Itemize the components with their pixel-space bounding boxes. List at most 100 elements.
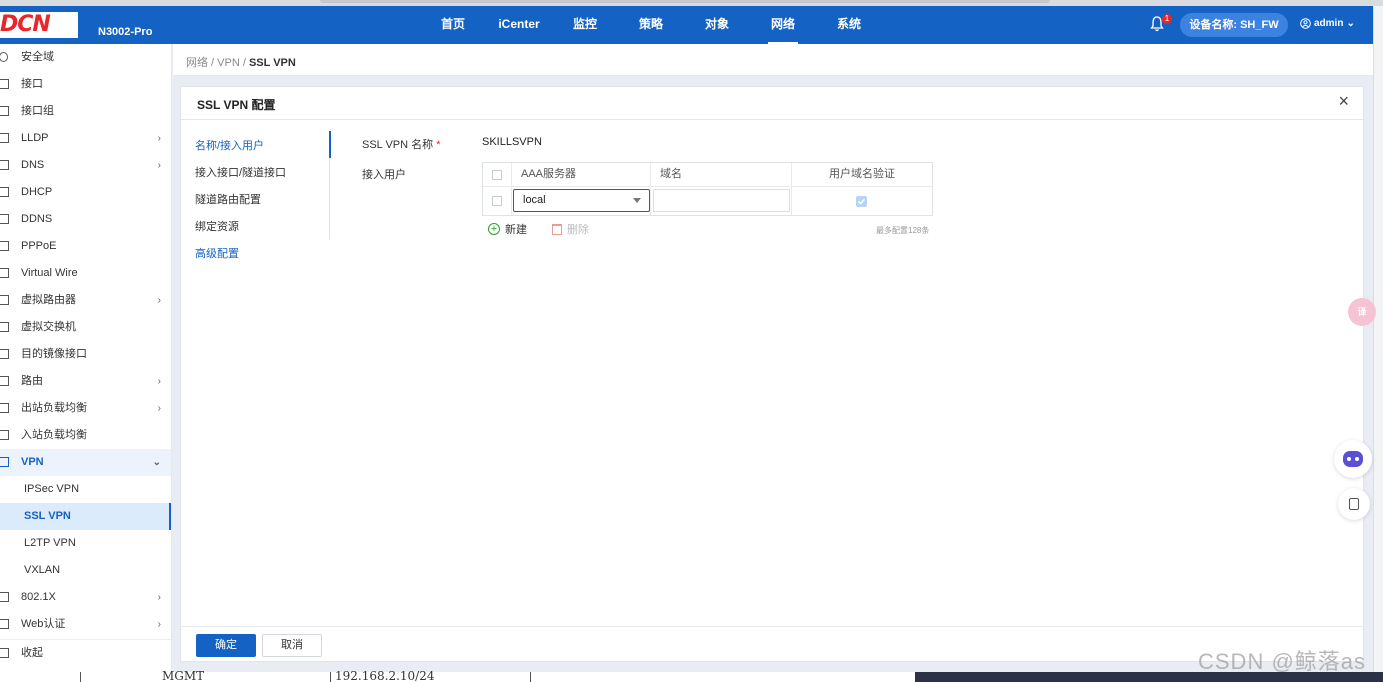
row-checkbox[interactable] <box>492 196 502 206</box>
nav-item-3[interactable]: 策略 <box>618 6 684 44</box>
outbound-lb-icon <box>0 403 9 413</box>
sidebar-item-12[interactable]: 路由 › <box>0 368 171 395</box>
sidebar-item-13[interactable]: 出站负载均衡 › <box>0 395 171 422</box>
nav-item-4[interactable]: 对象 <box>684 6 750 44</box>
main-nav: 首页 iCenter 监控 策略 对象 网络 系统 <box>420 6 882 44</box>
sidebar-item-5[interactable]: DHCP <box>0 179 171 206</box>
confirm-button[interactable]: 确定 <box>196 634 256 657</box>
web-auth-icon <box>0 619 9 629</box>
delete-button[interactable]: 删除 <box>552 221 589 237</box>
interface-icon <box>0 79 9 89</box>
sidebar-item-label: DDNS <box>21 213 53 225</box>
close-icon[interactable]: × <box>1338 91 1349 112</box>
menu-icon <box>0 214 9 224</box>
sidebar-item-label: 出站负载均衡 <box>21 402 87 414</box>
sidebar-item-6[interactable]: DDNS <box>0 206 171 233</box>
document-icon <box>1349 498 1359 510</box>
select-all-checkbox[interactable] <box>492 170 502 180</box>
user-name: admin <box>1314 18 1344 29</box>
sidebar-item-14[interactable]: 入站负载均衡 <box>0 422 171 449</box>
add-button[interactable]: + 新建 <box>488 221 527 237</box>
sidebar-item-label: Web认证 <box>21 618 66 630</box>
assistant-bot-icon[interactable] <box>1334 440 1372 478</box>
sidebar-item-10[interactable]: 虚拟交换机 <box>0 314 171 341</box>
sidebar-item-label: 虚拟交换机 <box>21 321 76 333</box>
bg-text-left: MGMT <box>162 669 205 682</box>
sidebar-item-label: L2TP VPN <box>24 537 76 549</box>
sidebar-sub-3[interactable]: VXLAN <box>0 557 171 584</box>
user-menu[interactable]: admin ⌄ <box>1300 18 1355 29</box>
bg-line <box>80 672 81 682</box>
breadcrumb-current: SSL VPN <box>248 57 296 69</box>
header-select-cell <box>483 163 512 186</box>
vpn-icon <box>0 457 9 467</box>
device-name-pill[interactable]: 设备名称: SH_FW <box>1180 13 1288 37</box>
sidebar-item-label: 路由 <box>21 375 43 387</box>
sidebar-item-2[interactable]: 接口组 <box>0 98 171 125</box>
translate-float-icon[interactable]: 译 <box>1348 298 1376 326</box>
aaa-server-value: local <box>523 194 546 206</box>
chevron-down-icon: ⌄ <box>1346 18 1355 29</box>
bg-line <box>530 672 531 682</box>
domain-input[interactable] <box>653 189 790 212</box>
nav-item-6[interactable]: 系统 <box>816 6 882 44</box>
chevron-right-icon: › <box>157 403 161 414</box>
collapse-icon <box>0 648 9 658</box>
step-0[interactable]: 名称/接入用户 <box>195 133 331 160</box>
sidebar-item-1[interactable]: 接口 <box>0 71 171 98</box>
sidebar-item-11[interactable]: 目的镜像接口 <box>0 341 171 368</box>
sidebar-item-4[interactable]: DNS › <box>0 152 171 179</box>
panel-header: SSL VPN 配置 × <box>181 87 1363 120</box>
chevron-right-icon: › <box>157 295 161 306</box>
sidebar-item-9[interactable]: 虚拟路由器 › <box>0 287 171 314</box>
device-model: N3002-Pro <box>98 26 153 38</box>
panel-title: SSL VPN 配置 <box>197 98 276 112</box>
sidebar-sub-0[interactable]: IPSec VPN <box>0 476 171 503</box>
vpn-name-value: SKILLSVPN <box>482 136 542 148</box>
sidebar-after-0[interactable]: 802.1X › <box>0 584 171 611</box>
right-scrollbar[interactable] <box>1373 6 1383 682</box>
sidebar-sub-2[interactable]: L2TP VPN <box>0 530 171 557</box>
sidebar-sub-1[interactable]: SSL VPN <box>0 503 171 530</box>
ssl-vpn-config-panel: SSL VPN 配置 × 名称/接入用户 接入接口/隧道接口 隧道路由配置 绑定资源高… <box>180 86 1364 662</box>
sidebar-item-3[interactable]: LLDP › <box>0 125 171 152</box>
sidebar-item-0[interactable]: 安全域 <box>0 44 171 71</box>
menu-icon <box>0 187 9 197</box>
sidebar-item-label: Virtual Wire <box>21 267 78 279</box>
chevron-right-icon: › <box>157 133 161 144</box>
sidebar-collapse[interactable]: 收起 <box>0 639 171 666</box>
step-4[interactable]: 高级配置 <box>195 241 331 268</box>
router-icon <box>0 295 9 305</box>
menu-icon <box>0 133 9 143</box>
sidebar-item-label: 802.1X <box>21 591 56 603</box>
chevron-right-icon: › <box>157 592 161 603</box>
nav-item-0[interactable]: 首页 <box>420 6 486 44</box>
sidebar-item-8[interactable]: Virtual Wire <box>0 260 171 287</box>
step-1[interactable]: 接入接口/隧道接口 <box>195 160 331 187</box>
sidebar-item-label: SSL VPN <box>24 510 71 522</box>
notes-float-button[interactable] <box>1338 488 1370 520</box>
bot-face <box>1343 451 1363 467</box>
breadcrumb-prefix[interactable]: 网络 / VPN / <box>186 57 249 69</box>
domain-verify-checkbox[interactable] <box>856 196 867 207</box>
header-domain: 域名 <box>651 163 792 186</box>
row-select-cell <box>483 187 512 215</box>
wifi-icon <box>0 592 9 602</box>
nav-item-1[interactable]: iCenter <box>486 6 552 44</box>
access-users-table: AAA服务器 域名 用户域名验证 local <box>482 162 933 216</box>
domain-cell <box>651 187 792 215</box>
add-label: 新建 <box>505 224 527 236</box>
sidebar-after-1[interactable]: Web认证 › <box>0 611 171 638</box>
vpn-name-label: SSL VPN 名称 * <box>362 136 440 152</box>
step-3[interactable]: 绑定资源 <box>195 214 331 241</box>
nav-item-5[interactable]: 网络 <box>750 6 816 44</box>
nav-item-2[interactable]: 监控 <box>552 6 618 44</box>
step-2[interactable]: 隧道路由配置 <box>195 187 331 214</box>
delete-label: 删除 <box>567 224 589 236</box>
cancel-button[interactable]: 取消 <box>262 634 322 657</box>
sidebar-item-vpn[interactable]: VPN ⌄ <box>0 449 171 476</box>
aaa-server-select[interactable]: local <box>513 189 650 212</box>
chevron-right-icon: › <box>157 619 161 630</box>
plus-circle-icon: + <box>488 223 500 235</box>
sidebar-item-7[interactable]: PPPoE <box>0 233 171 260</box>
